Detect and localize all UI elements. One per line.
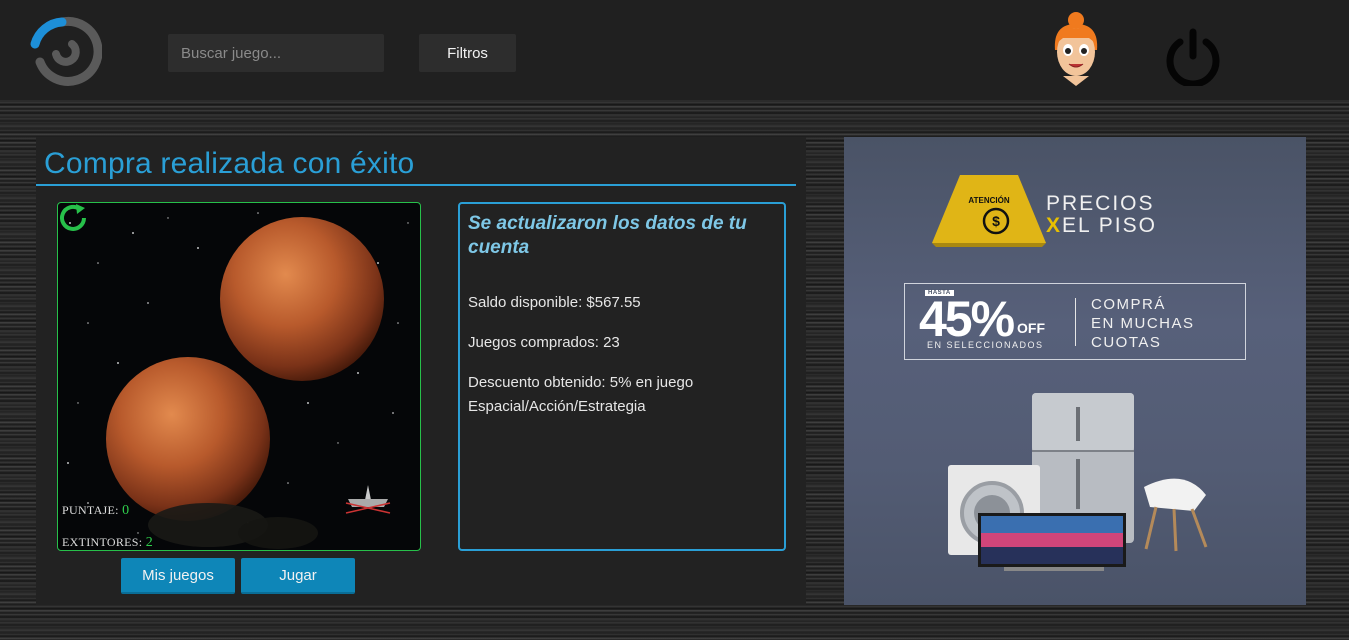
- ad-title: PRECIOS XEL PISO: [1046, 193, 1157, 237]
- appliances-image: [948, 393, 1208, 571]
- promo-box: 45% HASTA OFF EN SELECCIONADOS COMPRÁ EN…: [904, 283, 1246, 360]
- title-divider: [36, 184, 796, 186]
- extinguishers-readout: EXTINTORES: 2: [62, 535, 154, 550]
- page-title: Compra realizada con éxito: [44, 147, 415, 180]
- games-bought-text: Juegos comprados: 23: [468, 334, 620, 351]
- account-update-card: Se actualizaron los datos de tu cuenta S…: [458, 202, 786, 551]
- caution-sign-text: ATENCIÓN: [968, 196, 1009, 205]
- score-readout: PUNTAJE: 0: [62, 503, 129, 519]
- top-bar: Filtros: [0, 0, 1349, 102]
- svg-text:$: $: [992, 213, 1000, 229]
- score-label: PUNTAJE:: [62, 503, 119, 517]
- balance-text: Saldo disponible: $567.55: [468, 294, 641, 311]
- promo-hasta: HASTA: [925, 290, 954, 296]
- extinguishers-value: 2: [145, 535, 154, 550]
- filters-button[interactable]: Filtros: [419, 34, 516, 72]
- purchase-panel: Compra realizada con éxito PUNTAJE: 0 EX…: [36, 137, 806, 605]
- refresh-icon[interactable]: [58, 203, 88, 233]
- app-logo[interactable]: [26, 14, 102, 90]
- my-games-button[interactable]: Mis juegos: [121, 558, 235, 594]
- promo-cuotas: COMPRÁ EN MUCHAS CUOTAS: [1091, 295, 1195, 352]
- promo-selected: EN SELECCIONADOS: [927, 340, 1044, 350]
- cuotas-line2: EN MUCHAS: [1091, 315, 1195, 332]
- discount-text: Descuento obtenido: 5% en juego Espacial…: [468, 374, 694, 415]
- extinguishers-label: EXTINTORES:: [62, 535, 143, 549]
- game-canvas[interactable]: PUNTAJE: 0 EXTINTORES: 2: [57, 202, 421, 551]
- ad-title-line1: PRECIOS: [1046, 192, 1155, 215]
- promo-divider: [1075, 298, 1076, 346]
- user-avatar-icon[interactable]: [1049, 8, 1103, 88]
- cuotas-line3: CUOTAS: [1091, 334, 1162, 351]
- ad-title-x: X: [1046, 214, 1063, 237]
- power-icon[interactable]: [1163, 28, 1223, 86]
- game-scene: [67, 212, 409, 549]
- cuotas-line1: COMPRÁ: [1091, 296, 1166, 313]
- play-button[interactable]: Jugar: [241, 558, 355, 594]
- search-input[interactable]: [168, 34, 384, 72]
- ad-title-line2: EL PISO: [1062, 214, 1157, 237]
- score-value: 0: [122, 503, 130, 518]
- advertisement-banner[interactable]: ATENCIÓN $ PRECIOS XEL PISO 45% HASTA OF…: [844, 137, 1306, 605]
- spaceship-icon: [345, 485, 391, 514]
- promo-off: OFF: [1017, 320, 1045, 336]
- account-update-heading: Se actualizaron los datos de tu cuenta: [468, 213, 747, 258]
- caution-sign-icon: ATENCIÓN $: [932, 175, 1046, 247]
